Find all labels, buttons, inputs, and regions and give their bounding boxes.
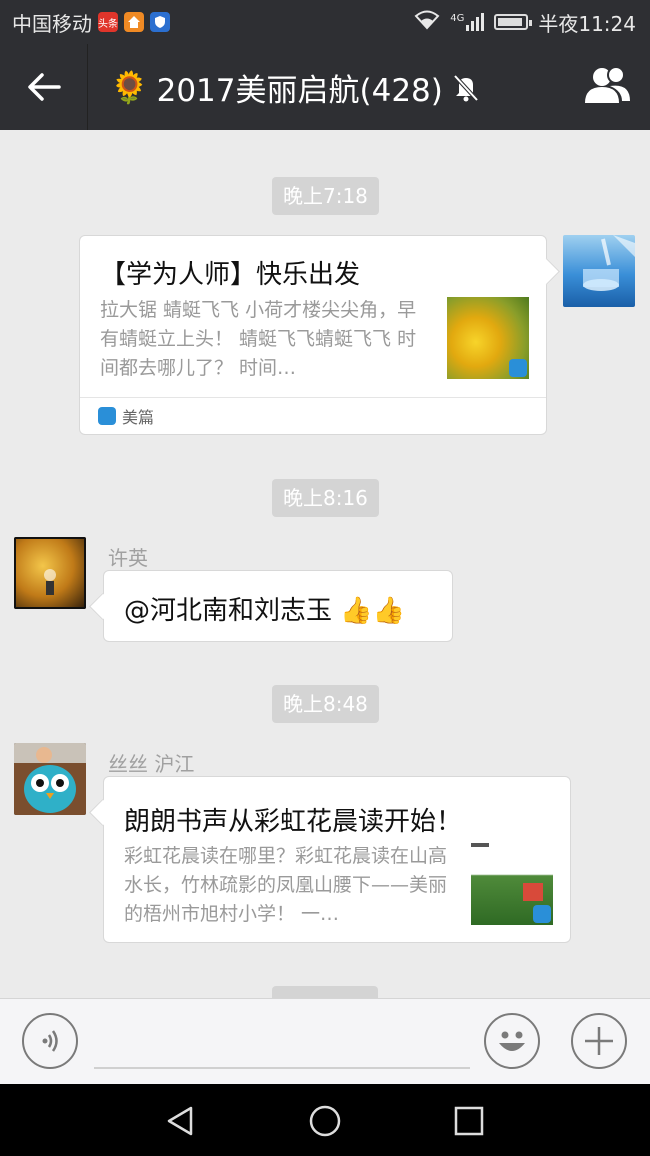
- input-bar: [0, 998, 650, 1084]
- timestamp: 晚上8:16: [272, 479, 379, 517]
- group-members-button[interactable]: [582, 65, 632, 109]
- nav-recents-icon: [454, 1106, 484, 1136]
- mute-bell-icon: [453, 74, 479, 102]
- nav-back-button[interactable]: [164, 1104, 198, 1138]
- sunflower-emoji: 🌻: [110, 69, 149, 106]
- card-source-bar: 美篇: [80, 397, 546, 434]
- link-card-bubble[interactable]: 【学为人师】快乐出发 拉大锯 蜻蜓飞飞 小荷才楼尖尖角，早有蜻蜓立上头！ 蜻蜓飞…: [79, 235, 547, 435]
- card-thumbnail: [471, 843, 553, 925]
- card-thumbnail: [447, 297, 529, 379]
- owl-toy-image: [14, 743, 86, 815]
- emoji-icon: [499, 1031, 525, 1051]
- message-input[interactable]: [94, 1067, 470, 1069]
- meipian-logo-icon: [533, 905, 551, 923]
- card-source-label: 美篇: [122, 408, 155, 427]
- nav-back-icon: [167, 1106, 193, 1136]
- group-members-icon: [585, 66, 630, 103]
- clock: 半夜11:24: [538, 11, 636, 36]
- sender-avatar[interactable]: [14, 743, 86, 815]
- network-type: 4G: [450, 13, 465, 24]
- group-name: 2017美丽启航(428): [156, 72, 443, 109]
- emoji-button[interactable]: [484, 1013, 540, 1069]
- status-bar: 中国移动 头条 4G 半夜11:24: [0, 0, 650, 44]
- sender-avatar[interactable]: [14, 537, 86, 609]
- more-button[interactable]: [571, 1013, 627, 1069]
- wifi-icon: [414, 10, 440, 35]
- timestamp: 晚上7:18: [272, 177, 379, 215]
- plus-icon: [585, 1027, 613, 1055]
- card-title: 朗朗书声从彩虹花晨读开始！: [124, 807, 463, 837]
- card-description: 彩虹花晨读在哪里？彩虹花晨读在山高水长，竹林疏影的凤凰山腰下——美丽的梧州市旭村…: [124, 845, 448, 925]
- my-avatar[interactable]: [563, 235, 635, 307]
- back-button[interactable]: [0, 44, 88, 130]
- card-description: 拉大锯 蜻蜓飞飞 小荷才楼尖尖角，早有蜻蜓立上头！ 蜻蜓飞飞蜻蜓飞飞 时间都去哪…: [100, 299, 417, 379]
- chat-header: 🌻 2017美丽启航(428): [0, 44, 650, 130]
- sender-name: 丝丝 沪江: [108, 752, 195, 776]
- carrier-name: 中国移动: [12, 11, 92, 36]
- child-photo-image: [14, 537, 86, 609]
- chat-title: 🌻 2017美丽启航(428): [110, 65, 481, 110]
- signal-icon: 4G: [450, 13, 485, 31]
- back-arrow-icon: [27, 73, 61, 101]
- text-message-bubble[interactable]: @河北南和刘志玉 👍👍: [103, 570, 453, 642]
- battery-icon: [494, 14, 533, 30]
- nav-home-button[interactable]: [308, 1104, 342, 1138]
- system-nav-bar: [0, 1084, 650, 1156]
- timestamp-partial: [272, 986, 378, 998]
- sender-name: 许英: [108, 546, 148, 570]
- shield-app-icon: [150, 12, 170, 32]
- message-text: @河北南和刘志玉 👍👍: [124, 596, 406, 626]
- meipian-icon: [98, 407, 116, 425]
- water-glass-image: [583, 235, 635, 291]
- news-app-icon: 头条: [98, 12, 118, 32]
- voice-icon: [42, 1030, 58, 1052]
- voice-button[interactable]: [22, 1013, 78, 1069]
- home-app-icon: [124, 12, 144, 32]
- notification-icons: 头条: [98, 12, 170, 32]
- link-card-bubble[interactable]: 朗朗书声从彩虹花晨读开始！ 彩虹花晨读在哪里？彩虹花晨读在山高水长，竹林疏影的凤…: [103, 776, 571, 943]
- card-title: 【学为人师】快乐出发: [100, 260, 361, 290]
- nav-home-icon: [309, 1105, 341, 1137]
- meipian-logo-icon: [509, 359, 527, 377]
- chat-area[interactable]: 晚上7:18 【学为人师】快乐出发 拉大锯 蜻蜓飞飞 小荷才楼尖尖角，早有蜻蜓立…: [0, 130, 650, 998]
- nav-recents-button[interactable]: [452, 1104, 486, 1138]
- timestamp: 晚上8:48: [272, 685, 379, 723]
